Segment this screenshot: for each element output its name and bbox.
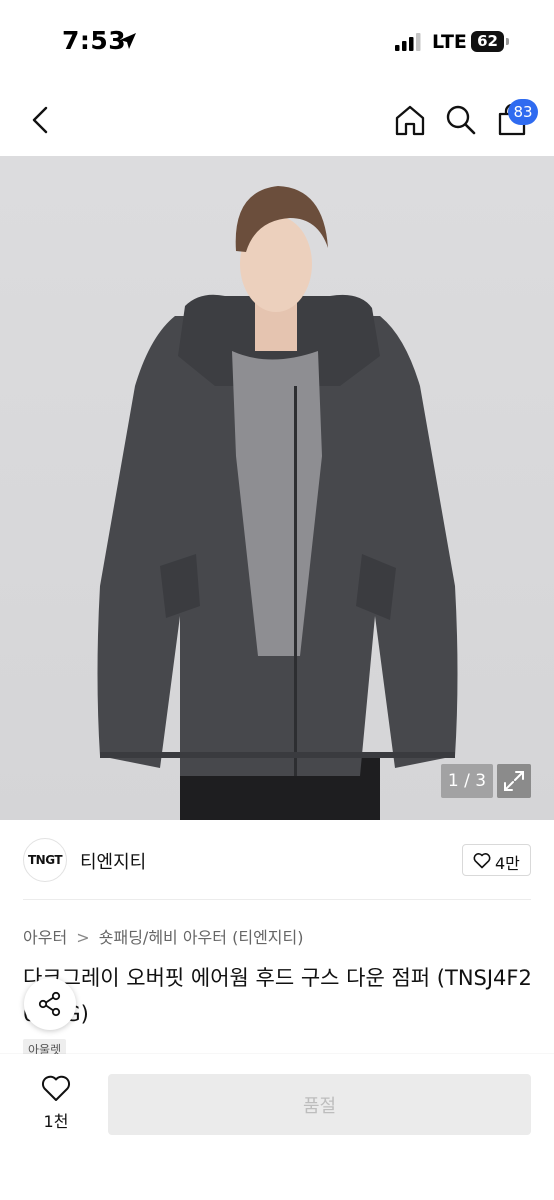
share-icon bbox=[38, 991, 61, 1017]
brand-logo[interactable]: TNGT bbox=[23, 838, 67, 882]
expand-icon[interactable] bbox=[497, 764, 531, 798]
location-arrow-icon bbox=[120, 33, 136, 49]
status-bar: 7:53 LTE 62 bbox=[0, 0, 554, 84]
brand-name[interactable]: 티엔지티 bbox=[80, 848, 146, 874]
product-title: 다크그레이 오버핏 에어웜 후드 구스 다운 점퍼 (TNSJ4F202CG) bbox=[23, 966, 532, 1026]
breadcrumb-item-outer[interactable]: 아우터 bbox=[23, 924, 67, 948]
brand-like-count: 4만 bbox=[495, 854, 520, 873]
divider bbox=[23, 899, 531, 900]
heart-icon bbox=[473, 853, 491, 869]
breadcrumb-item-padding[interactable]: 숏패딩/헤비 아우터 bbox=[99, 924, 227, 948]
battery-icon: 62 bbox=[471, 31, 509, 52]
product-image[interactable] bbox=[0, 156, 554, 820]
cart-count-badge: 83 bbox=[508, 99, 538, 125]
model-photo bbox=[97, 186, 458, 820]
back-button[interactable] bbox=[24, 100, 58, 140]
heart-icon bbox=[41, 1075, 71, 1101]
wishlist-button[interactable]: 1천 bbox=[30, 1074, 82, 1134]
nav-bar bbox=[0, 84, 554, 156]
battery-level: 62 bbox=[471, 31, 504, 52]
status-time: 7:53 bbox=[62, 26, 127, 55]
network-type: LTE bbox=[432, 31, 467, 53]
search-icon[interactable] bbox=[443, 102, 479, 138]
wishlist-count: 1천 bbox=[43, 1112, 69, 1131]
sold-out-button[interactable]: 품절 bbox=[108, 1074, 531, 1135]
breadcrumb-item-brand[interactable]: (티엔지티) bbox=[232, 924, 303, 948]
breadcrumb: 아우터 > 숏패딩/헤비 아우터 (티엔지티) bbox=[23, 924, 303, 948]
brand-like-button[interactable]: 4만 bbox=[462, 844, 531, 876]
breadcrumb-separator: > bbox=[76, 928, 90, 947]
battery-tip bbox=[506, 38, 509, 45]
share-button[interactable] bbox=[24, 978, 76, 1030]
home-icon[interactable] bbox=[392, 102, 428, 138]
signal-icon bbox=[395, 33, 421, 51]
image-counter: 1 / 3 bbox=[441, 764, 493, 798]
